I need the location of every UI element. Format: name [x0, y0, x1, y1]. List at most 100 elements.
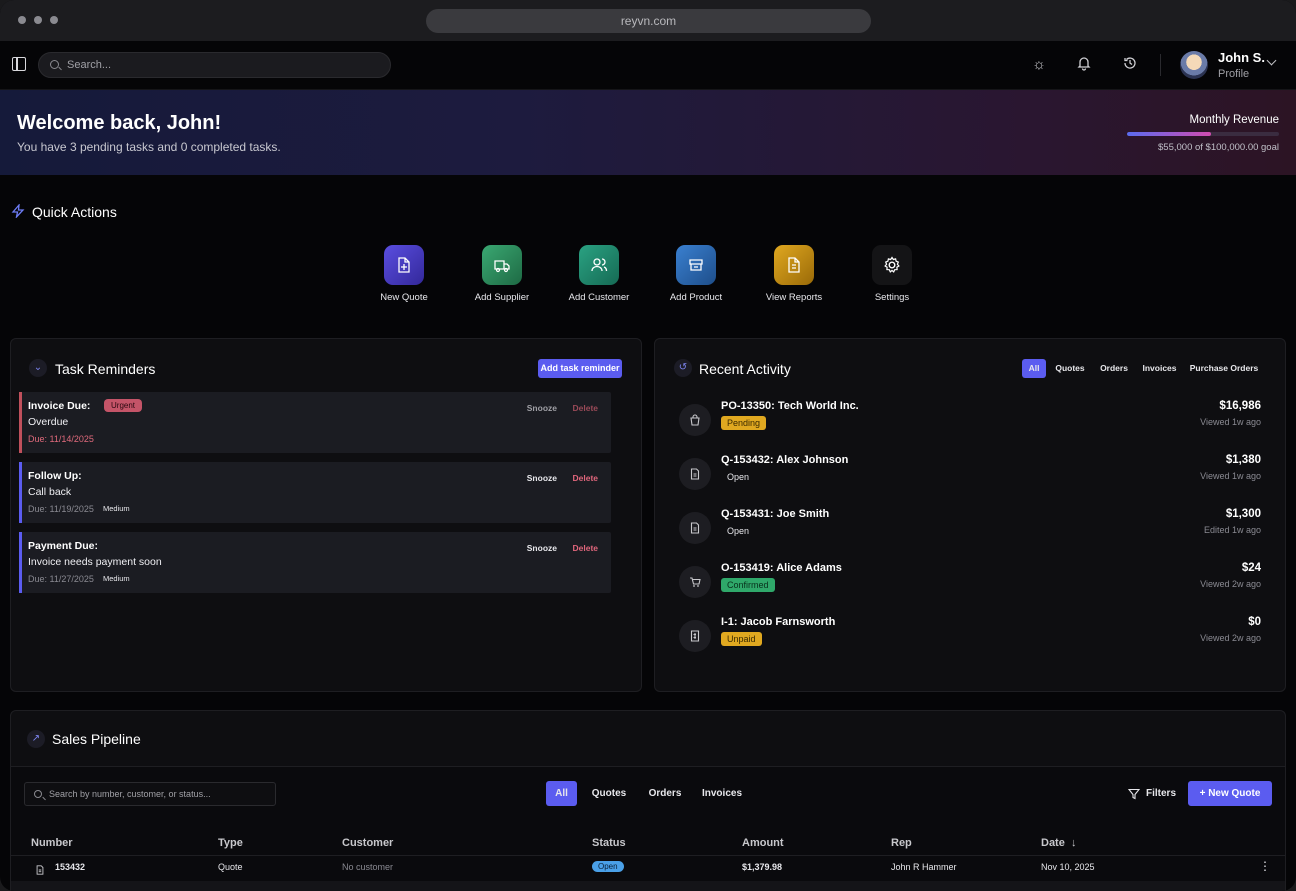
search-icon [34, 790, 42, 798]
activity-amount: $0 [1248, 616, 1261, 628]
snooze-button[interactable]: Snooze [527, 543, 557, 553]
delete-button[interactable]: Delete [572, 473, 598, 483]
pipeline-search[interactable] [24, 782, 276, 806]
file-plus-icon [384, 245, 424, 285]
quick-action-label: Settings [874, 292, 910, 303]
sort-desc-icon[interactable]: ↓ [1071, 837, 1077, 849]
window-controls[interactable] [18, 16, 58, 24]
delete-button[interactable]: Delete [572, 403, 598, 413]
history-icon[interactable] [1120, 55, 1140, 75]
welcome-banner: Welcome back, John! You have 3 pending t… [0, 90, 1296, 175]
column-header-status[interactable]: Status [592, 837, 626, 849]
user-profile-label[interactable]: Profile [1218, 68, 1249, 80]
column-header-rep[interactable]: Rep [891, 837, 912, 849]
bag-icon [679, 404, 711, 436]
chevron-down-icon[interactable] [1266, 55, 1277, 66]
url-bar[interactable]: reyvn.com [426, 9, 871, 33]
more-options-icon[interactable]: ⋮ [1259, 859, 1271, 873]
tab-invoices[interactable]: Invoices [698, 781, 746, 806]
quick-action-label: View Reports [765, 292, 823, 303]
table-row[interactable] [11, 881, 1285, 891]
plus-icon: + [1199, 788, 1209, 799]
global-search[interactable] [38, 52, 391, 78]
filter-tab-invoices[interactable]: Invoices [1138, 359, 1181, 378]
pipeline-search-input[interactable] [49, 783, 269, 805]
revenue-progress-fill [1127, 132, 1211, 136]
column-header-date[interactable]: Date [1041, 837, 1065, 849]
snooze-button[interactable]: Snooze [527, 473, 557, 483]
quick-action-label: Add Customer [568, 292, 630, 303]
quick-action-add-supplier[interactable]: Add Supplier [457, 245, 547, 303]
task-item[interactable]: Invoice Due: Urgent Overdue Due: 11/14/2… [19, 392, 611, 453]
user-name[interactable]: John S. [1218, 50, 1265, 65]
activity-title: Q-153431: Joe Smith [721, 508, 830, 520]
filter-tab-quotes[interactable]: Quotes [1051, 359, 1089, 378]
quick-action-settings[interactable]: Settings [847, 245, 937, 303]
add-task-reminder-button[interactable]: Add task reminder [538, 359, 622, 378]
cell-date: Nov 10, 2025 [1041, 862, 1095, 872]
urgent-badge: Urgent [104, 399, 143, 412]
document-icon [35, 862, 45, 880]
tab-orders[interactable]: Orders [644, 781, 686, 806]
filter-tab-purchase-orders[interactable]: Purchase Orders [1187, 359, 1261, 378]
search-input[interactable] [67, 53, 367, 77]
activity-item[interactable]: O-153419: Alice Adams Confirmed $24 View… [679, 561, 1261, 611]
activity-item[interactable]: PO-13350: Tech World Inc. Pending $16,98… [679, 399, 1261, 449]
column-header-customer[interactable]: Customer [342, 837, 393, 849]
task-type: Invoice Due: [28, 400, 91, 412]
invoice-icon [679, 620, 711, 652]
sidebar-toggle-icon[interactable] [12, 57, 26, 71]
welcome-title: Welcome back, John! [17, 112, 222, 134]
bell-icon[interactable] [1074, 55, 1094, 75]
search-icon [50, 60, 59, 69]
history-icon: ↺ [674, 359, 692, 377]
quick-action-add-customer[interactable]: Add Customer [554, 245, 644, 303]
filter-icon[interactable] [1127, 787, 1141, 805]
status-badge: Confirmed [721, 578, 775, 592]
quick-action-view-reports[interactable]: View Reports [749, 245, 839, 303]
cell-rep: John R Hammer [891, 862, 957, 872]
quick-action-new-quote[interactable]: New Quote [359, 245, 449, 303]
task-priority-bar [19, 462, 22, 523]
lightning-icon [11, 203, 25, 221]
activity-title: O-153419: Alice Adams [721, 562, 842, 574]
document-icon [679, 458, 711, 490]
task-item[interactable]: Follow Up: Call back Due: 11/19/2025 Med… [19, 462, 611, 523]
activity-time: Viewed 1w ago [1200, 471, 1261, 481]
chevrons-down-icon: ⌄ [29, 359, 47, 377]
quick-action-label: New Quote [380, 292, 428, 303]
box-icon [676, 245, 716, 285]
activity-time: Viewed 2w ago [1200, 633, 1261, 643]
task-description: Overdue [28, 416, 69, 428]
filter-tab-orders[interactable]: Orders [1095, 359, 1133, 378]
quick-action-label: Add Product [669, 292, 723, 303]
task-description: Call back [28, 486, 72, 498]
tab-quotes[interactable]: Quotes [587, 781, 631, 806]
sun-icon[interactable]: ☼ [1029, 55, 1049, 75]
quick-action-add-product[interactable]: Add Product [651, 245, 741, 303]
task-reminders-title: Task Reminders [55, 361, 156, 377]
quick-actions-title: Quick Actions [32, 204, 117, 220]
activity-item[interactable]: Q-153431: Joe Smith Open $1,300 Edited 1… [679, 507, 1261, 557]
filter-tab-all[interactable]: All [1022, 359, 1046, 378]
avatar[interactable] [1180, 51, 1208, 79]
delete-button[interactable]: Delete [572, 543, 598, 553]
activity-time: Edited 1w ago [1203, 525, 1261, 535]
welcome-subtitle: You have 3 pending tasks and 0 completed… [17, 140, 281, 154]
top-bar: ☼ John S. Profile [0, 41, 1296, 90]
snooze-button[interactable]: Snooze [527, 403, 557, 413]
activity-item[interactable]: Q-153432: Alex Johnson Open $1,380 Viewe… [679, 453, 1261, 503]
column-header-number[interactable]: Number [31, 837, 73, 849]
tab-all[interactable]: All [546, 781, 577, 806]
cell-number[interactable]: 153432 [55, 862, 85, 872]
revenue-title: Monthly Revenue [1189, 114, 1280, 126]
status-badge: Open [727, 472, 750, 482]
column-header-amount[interactable]: Amount [742, 837, 784, 849]
activity-item[interactable]: I-1: Jacob Farnsworth Unpaid $0 Viewed 2… [679, 615, 1261, 665]
new-quote-button[interactable]: + New Quote [1188, 781, 1272, 806]
task-item[interactable]: Payment Due: Invoice needs payment soon … [19, 532, 611, 593]
recent-activity-title: Recent Activity [699, 361, 791, 377]
filters-button[interactable]: Filters [1146, 788, 1176, 799]
cell-amount: $1,379.98 [742, 862, 783, 872]
column-header-type[interactable]: Type [218, 837, 243, 849]
